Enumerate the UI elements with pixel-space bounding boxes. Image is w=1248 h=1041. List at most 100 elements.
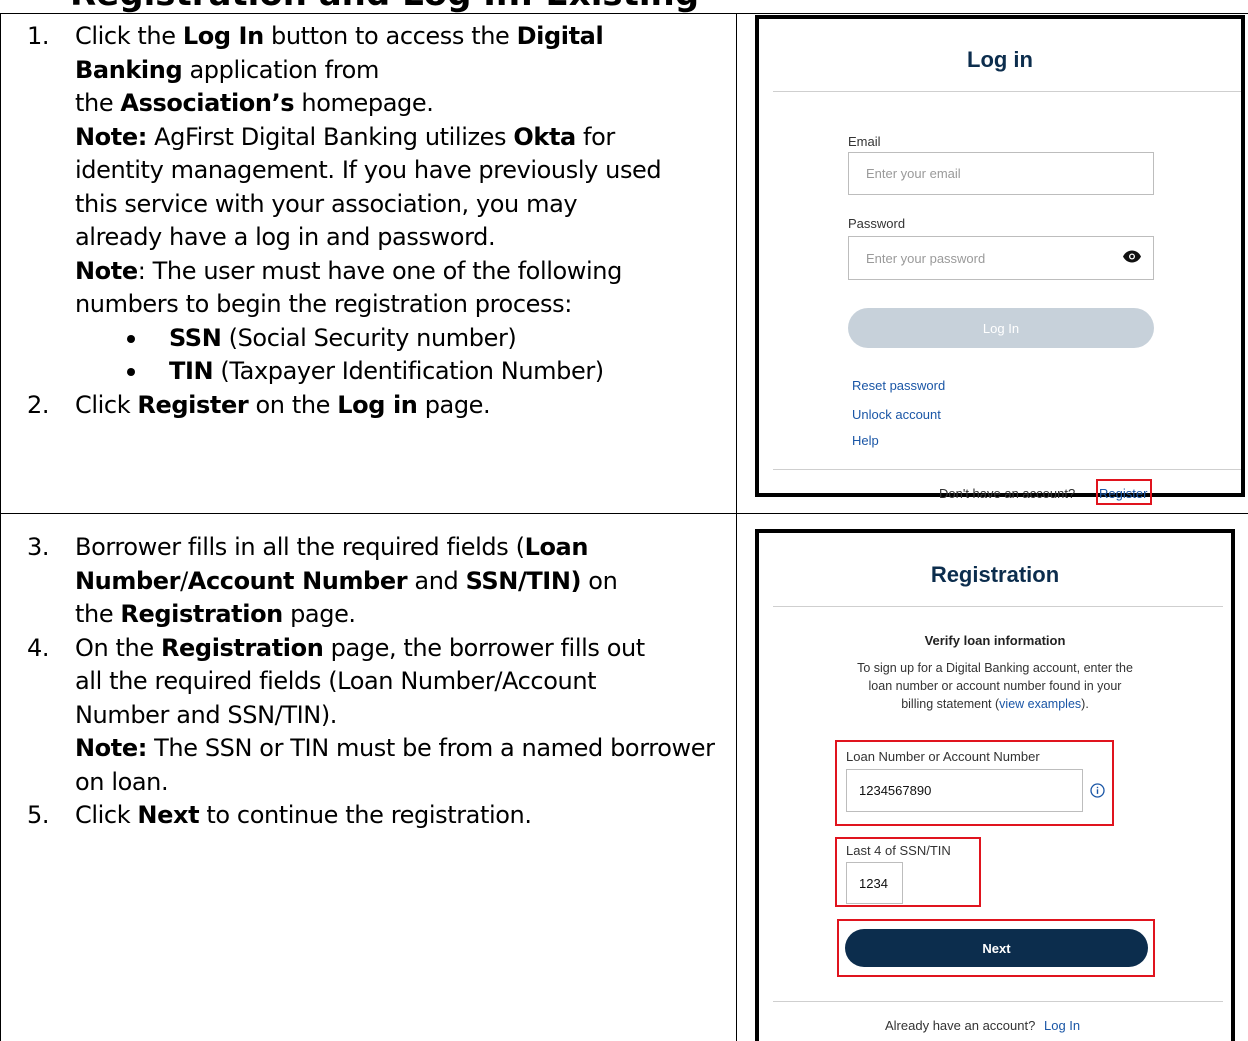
bullet-list: SSN (Social Security number) TIN (Taxpay… bbox=[75, 322, 727, 389]
table-row-divider bbox=[0, 513, 1248, 514]
email-label: Email bbox=[848, 134, 881, 149]
note-2-line-1: Note: The user must have one of the foll… bbox=[75, 255, 727, 289]
registration-footer-divider bbox=[773, 1001, 1223, 1002]
login-button[interactable]: Log In bbox=[848, 308, 1154, 348]
reset-password-link[interactable]: Reset password bbox=[852, 378, 945, 393]
document-heading: Registration and Log In: Existing bbox=[70, 0, 699, 14]
register-highlight bbox=[1096, 479, 1152, 505]
log-in-term: Log In bbox=[182, 22, 264, 50]
step-number: 3. bbox=[27, 533, 50, 561]
loan-number-highlight bbox=[835, 740, 1114, 826]
password-label: Password bbox=[848, 216, 906, 231]
registration-screenshot: Registration Verify loan information To … bbox=[755, 529, 1235, 1041]
registration-title: Registration bbox=[930, 562, 1060, 587]
note-1-line-4: already have a log in and password. bbox=[75, 223, 496, 251]
registration-title-divider bbox=[773, 606, 1223, 607]
text: on bbox=[581, 566, 618, 595]
text: (Taxpayer Identification Number) bbox=[213, 357, 604, 385]
description-line-1: To sign up for a Digital Banking account… bbox=[857, 661, 1133, 675]
text: for bbox=[575, 122, 615, 151]
view-examples-link[interactable]: view examples bbox=[999, 697, 1081, 711]
step-4-line-2: all the required fields (Loan Number/Acc… bbox=[75, 667, 597, 695]
step-4-line-3: Number and SSN/TIN). bbox=[75, 700, 338, 729]
text: homepage. bbox=[294, 89, 434, 117]
okta-term: Okta bbox=[513, 122, 576, 151]
description-line-3: billing statement (view examples). bbox=[759, 695, 1231, 713]
step-5-line-1: Click Next to continue the registration. bbox=[75, 799, 727, 833]
note-2-line-2: numbers to begin the registration proces… bbox=[75, 290, 572, 318]
text: ). bbox=[1081, 697, 1089, 711]
note-1-line-2: identity management. If you have previou… bbox=[75, 156, 662, 184]
step-1-line-3: the Association’s homepage. bbox=[75, 87, 727, 121]
step-number: 2. bbox=[27, 390, 50, 419]
step-1-line-2: Banking application from bbox=[75, 54, 727, 88]
text: page. bbox=[282, 600, 356, 628]
note-label: Note: bbox=[75, 122, 147, 151]
bullet-ssn: SSN (Social Security number) bbox=[123, 322, 727, 356]
registration-description: To sign up for a Digital Banking account… bbox=[759, 659, 1231, 713]
text: / bbox=[180, 566, 188, 595]
text: billing statement ( bbox=[901, 697, 1000, 711]
text: and bbox=[407, 566, 466, 595]
text: On the bbox=[75, 633, 161, 662]
ssn-term: SSN bbox=[169, 323, 222, 352]
step-5: 5. Click Next to continue the registrati… bbox=[27, 799, 727, 833]
registration-term: Registration bbox=[160, 633, 324, 662]
step-3-line-1: Borrower fills in all the required field… bbox=[75, 531, 727, 565]
steps-top: 1. Click the Log In button to access the… bbox=[27, 20, 727, 422]
text: button to access the bbox=[263, 22, 517, 50]
register-term: Register bbox=[137, 390, 249, 419]
registration-footer-text: Already have an account? bbox=[885, 1018, 1036, 1033]
password-input[interactable]: Enter your password bbox=[848, 236, 1154, 280]
verify-subtitle: Verify loan information bbox=[924, 633, 1066, 648]
text: (Social Security number) bbox=[221, 323, 517, 352]
bullet-icon bbox=[127, 334, 135, 343]
help-link[interactable]: Help bbox=[852, 433, 879, 448]
loan-term: Loan bbox=[524, 533, 589, 561]
text: AgFirst Digital Banking utilizes bbox=[146, 122, 514, 151]
unlock-account-link[interactable]: Unlock account bbox=[852, 407, 941, 422]
password-placeholder: Enter your password bbox=[866, 250, 986, 266]
steps-bottom: 3. Borrower fills in all the required fi… bbox=[27, 531, 727, 833]
step-4-note-line-1: Note: The SSN or TIN must be from a name… bbox=[75, 732, 727, 766]
step-3-line-3: the Registration page. bbox=[75, 598, 727, 632]
text: the bbox=[75, 89, 121, 117]
next-term: Next bbox=[137, 801, 200, 829]
bullet-tin: TIN (Taxpayer Identification Number) bbox=[123, 355, 727, 389]
table-column-divider bbox=[736, 13, 737, 1041]
login-footer-divider bbox=[773, 469, 1241, 470]
login-footer-text: Don't have an account? bbox=[939, 486, 1076, 501]
digital-term: Digital bbox=[516, 22, 604, 50]
ssn-tin-term: SSN/TIN) bbox=[465, 566, 582, 595]
email-input[interactable]: Enter your email bbox=[848, 152, 1154, 195]
table-left-border bbox=[0, 13, 1, 1041]
table-top-border bbox=[0, 13, 1248, 14]
tin-term: TIN bbox=[169, 357, 214, 385]
step-1-line-1: Click the Log In button to access the Di… bbox=[75, 20, 727, 54]
text: page. bbox=[417, 390, 491, 419]
step-4: 4. On the Registration page, the borrowe… bbox=[27, 632, 727, 800]
note-1-line-1: Note: AgFirst Digital Banking utilizes O… bbox=[75, 121, 727, 155]
registration-term: Registration bbox=[120, 600, 283, 628]
login-title-divider bbox=[773, 91, 1241, 92]
step-3-line-2: Number/Account Number and SSN/TIN) on bbox=[75, 565, 727, 599]
login-screenshot: Log in Email Enter your email Password E… bbox=[755, 15, 1245, 505]
next-button-highlight bbox=[837, 919, 1155, 977]
text: : The user must have one of the followin… bbox=[137, 256, 623, 285]
step-4-note-line-2: on loan. bbox=[75, 767, 169, 796]
note-1-line-3: this service with your association, you … bbox=[75, 189, 578, 218]
text: Click bbox=[75, 390, 138, 419]
number-term: Number bbox=[75, 566, 181, 595]
login-title: Log in bbox=[967, 47, 1033, 72]
step-number: 4. bbox=[27, 633, 50, 662]
login-link[interactable]: Log In bbox=[1044, 1018, 1080, 1033]
association-term: Association’s bbox=[120, 89, 295, 117]
eye-icon[interactable] bbox=[1123, 250, 1141, 266]
text: Borrower fills in all the required field… bbox=[75, 533, 525, 561]
text: The SSN or TIN must be from a named borr… bbox=[146, 734, 715, 762]
text: application from bbox=[182, 55, 379, 84]
step-2-line-1: Click Register on the Log in page. bbox=[75, 389, 727, 423]
note-label: Note bbox=[75, 256, 138, 285]
step-number: 1. bbox=[27, 22, 50, 50]
bullet-icon bbox=[127, 368, 135, 376]
